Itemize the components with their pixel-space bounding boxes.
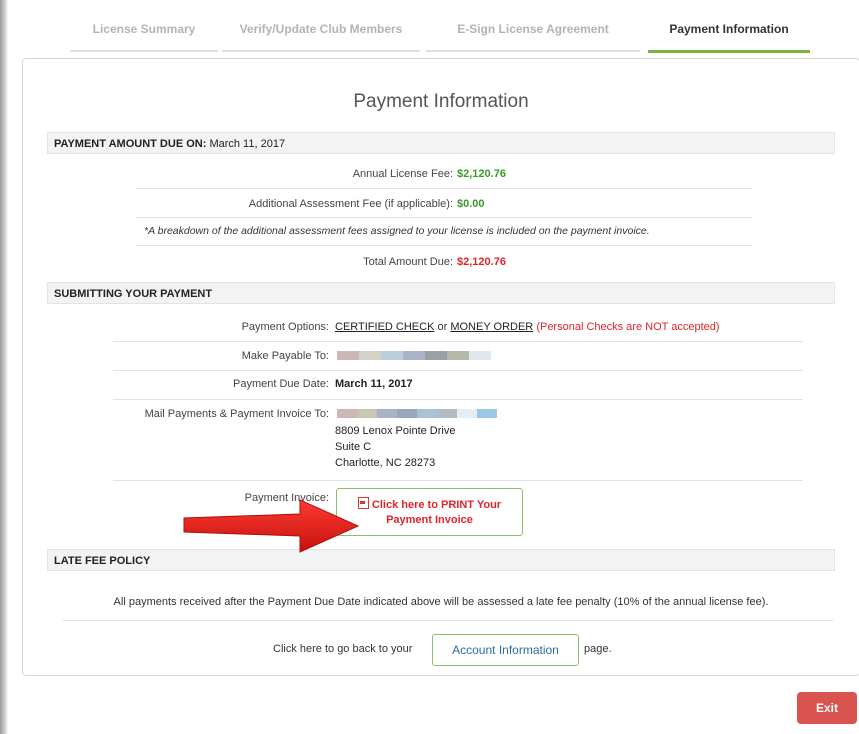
- divider: [136, 245, 752, 246]
- divider: [63, 620, 833, 621]
- late-fee-policy-text: All payments received after the Payment …: [113, 596, 769, 608]
- due-date-value: March 11, 2017: [335, 378, 413, 390]
- wizard-tabs: License Summary Verify/Update Club Membe…: [70, 14, 815, 53]
- payment-amount-header: PAYMENT AMOUNT DUE ON: March 11, 2017: [47, 132, 835, 154]
- or-text: or: [437, 321, 448, 333]
- make-payable-label: Make Payable To:: [241, 350, 329, 362]
- red-arrow-annotation: [183, 499, 360, 553]
- payment-amount-header-date: March 11, 2017: [209, 138, 286, 150]
- account-information-button[interactable]: Account Information: [432, 634, 579, 666]
- window-edge: [0, 0, 8, 734]
- divider: [136, 188, 752, 189]
- divider: [113, 399, 803, 400]
- money-order-link[interactable]: MONEY ORDER: [450, 321, 533, 333]
- total-amount-label: Total Amount Due:: [363, 256, 453, 268]
- total-amount-value: $2,120.76: [457, 256, 506, 268]
- assessment-note: *A breakdown of the additional assessmen…: [144, 225, 650, 237]
- page-title: Payment Information: [353, 91, 529, 112]
- print-invoice-button[interactable]: Click here to PRINT Your Payment Invoice: [336, 488, 523, 536]
- tab-verify-update-club-members[interactable]: Verify/Update Club Members: [222, 14, 420, 52]
- redacted-mail-recipient: [337, 408, 497, 418]
- personal-checks-note: (Personal Checks are NOT accepted): [536, 321, 720, 333]
- annual-fee-label: Annual License Fee:: [352, 168, 453, 180]
- back-link-suffix: page.: [584, 643, 612, 655]
- additional-fee-value: $0.00: [457, 198, 485, 210]
- mail-address-label: Mail Payments & Payment Invoice To:: [144, 408, 329, 420]
- address-line-2: Suite C: [335, 441, 372, 453]
- late-fee-header: LATE FEE POLICY: [47, 549, 835, 571]
- payment-options-label: Payment Options:: [241, 321, 329, 333]
- divider: [136, 217, 752, 218]
- late-fee-header-label: LATE FEE POLICY: [54, 555, 151, 567]
- exit-button[interactable]: Exit: [797, 692, 857, 724]
- certified-check-link[interactable]: CERTIFIED CHECK: [335, 321, 434, 333]
- due-date-label: Payment Due Date:: [233, 378, 329, 390]
- payment-options-value: CERTIFIED CHECK or MONEY ORDER (Personal…: [335, 320, 720, 334]
- back-link-prefix: Click here to go back to your: [273, 643, 413, 655]
- print-invoice-button-line-2: Payment Invoice: [386, 514, 473, 526]
- payment-amount-header-label: PAYMENT AMOUNT DUE ON:: [54, 138, 207, 150]
- divider: [113, 370, 803, 371]
- tab-license-summary[interactable]: License Summary: [70, 14, 218, 52]
- tab-esign-license-agreement[interactable]: E-Sign License Agreement: [426, 14, 640, 52]
- divider: [113, 480, 803, 481]
- address-line-1: 8809 Lenox Pointe Drive: [335, 425, 456, 437]
- payment-panel: Payment Information PAYMENT AMOUNT DUE O…: [22, 58, 859, 676]
- submitting-payment-header: SUBMITTING YOUR PAYMENT: [47, 282, 835, 304]
- mail-address-row: Mail Payments & Payment Invoice To: 8809…: [23, 407, 859, 475]
- address-line-3: Charlotte, NC 28273: [335, 457, 436, 469]
- submitting-payment-header-label: SUBMITTING YOUR PAYMENT: [54, 288, 213, 300]
- tab-payment-information[interactable]: Payment Information: [648, 14, 810, 53]
- additional-fee-label: Additional Assessment Fee (if applicable…: [248, 198, 453, 210]
- divider: [113, 341, 803, 342]
- annual-fee-value: $2,120.76: [457, 168, 506, 180]
- print-invoice-button-line-1: Click here to PRINT Your: [371, 499, 502, 511]
- redacted-payee-name: [337, 350, 491, 360]
